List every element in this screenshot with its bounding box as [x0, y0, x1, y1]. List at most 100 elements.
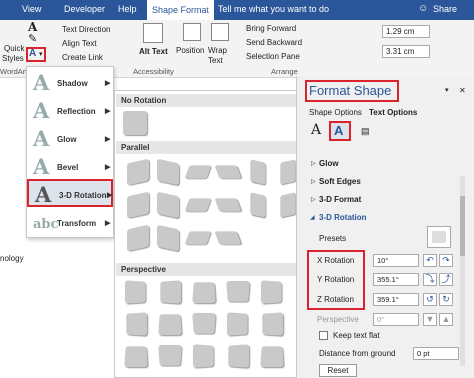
tab-shape-format[interactable]: Shape Format: [147, 0, 215, 20]
section-glow[interactable]: Glow: [319, 159, 339, 168]
wrap-text-button[interactable]: Wrap Text: [208, 46, 232, 66]
selection-pane-button[interactable]: Selection Pane: [246, 52, 300, 62]
preset-parallel[interactable]: [214, 165, 242, 179]
preset-parallel[interactable]: [214, 198, 242, 212]
textbox-icon[interactable]: ▤: [361, 126, 370, 137]
preset-parallel[interactable]: [184, 165, 212, 179]
rotate-counterclockwise-icon[interactable]: ↺: [423, 293, 437, 306]
preset-perspective[interactable]: [262, 312, 284, 336]
expand-glow-icon[interactable]: ▷: [311, 160, 316, 167]
menu-item-bevel[interactable]: A Bevel ▶: [27, 153, 113, 181]
alt-text-button[interactable]: Alt Text: [139, 47, 168, 57]
distance-from-ground-input[interactable]: 0 pt: [413, 347, 459, 360]
preset-parallel[interactable]: [127, 224, 149, 252]
pane-close-icon[interactable]: ✕: [459, 86, 466, 95]
preset-parallel[interactable]: [280, 159, 296, 185]
preset-parallel[interactable]: [184, 198, 212, 212]
shape-height-input[interactable]: 1.29 cm: [382, 25, 430, 38]
text-fill-icon[interactable]: A: [28, 21, 37, 33]
chevron-right-icon: ▶: [105, 220, 111, 227]
pane-options-chevron-icon[interactable]: ▾: [445, 86, 449, 94]
preset-perspective[interactable]: [192, 344, 214, 368]
rotate-right-icon[interactable]: ↷: [439, 254, 453, 267]
preset-perspective[interactable]: [260, 280, 282, 304]
perspective-input[interactable]: 0°: [373, 313, 419, 326]
x-rotation-input[interactable]: 10°: [373, 254, 419, 267]
tab-shape-options[interactable]: Shape Options: [309, 108, 362, 117]
text-outline-icon[interactable]: ✎: [28, 34, 37, 45]
text-effects-icon[interactable]: A: [334, 123, 343, 138]
rotate-clockwise-icon[interactable]: ↻: [439, 293, 453, 306]
wrap-text-icon[interactable]: [211, 23, 229, 41]
z-rotation-input[interactable]: 359.1°: [373, 293, 419, 306]
preset-parallel[interactable]: [157, 191, 179, 219]
pane-scrollbar[interactable]: [460, 176, 465, 366]
preset-perspective[interactable]: [192, 312, 216, 334]
text-effects-icon[interactable]: A: [29, 49, 36, 59]
chevron-down-icon[interactable]: ▾: [39, 50, 43, 60]
section-3d-format[interactable]: 3-D Format: [319, 195, 361, 204]
section-3d-rotation[interactable]: 3-D Rotation: [319, 213, 367, 222]
quick-styles-label[interactable]: Quick: [4, 44, 24, 54]
preset-perspective[interactable]: [124, 346, 148, 368]
tab-developer[interactable]: Developer: [64, 3, 105, 15]
styles-label[interactable]: Styles: [2, 54, 24, 64]
expand-3d-format-icon[interactable]: ▷: [311, 196, 316, 203]
chevron-right-icon: ▶: [105, 80, 111, 87]
preset-parallel[interactable]: [127, 191, 149, 219]
send-backward-button[interactable]: Send Backward: [246, 38, 302, 48]
preset-parallel[interactable]: [250, 192, 266, 218]
create-link-button[interactable]: Create Link: [62, 53, 103, 63]
preset-parallel[interactable]: [214, 231, 242, 245]
pane-scrollbar-thumb[interactable]: [460, 196, 465, 256]
shape-width-input[interactable]: 3.31 cm: [382, 45, 430, 58]
rotate-down-icon[interactable]: ⤵: [423, 273, 437, 286]
perspective-down-icon[interactable]: ▼: [423, 313, 437, 326]
preset-perspective[interactable]: [192, 282, 216, 304]
preset-perspective[interactable]: [226, 280, 250, 302]
tab-view[interactable]: View: [22, 3, 41, 15]
perspective-up-icon[interactable]: ▲: [439, 313, 453, 326]
preset-perspective[interactable]: [158, 344, 182, 366]
tab-text-options[interactable]: Text Options: [369, 108, 417, 117]
alt-text-icon[interactable]: [143, 23, 163, 43]
presets-dropdown[interactable]: [427, 226, 451, 248]
menu-item-reflection[interactable]: A Reflection ▶: [27, 97, 113, 125]
y-rotation-input[interactable]: 355.1°: [373, 273, 419, 286]
chevron-right-icon: ▶: [105, 108, 111, 115]
preset-parallel[interactable]: [127, 158, 149, 186]
position-icon[interactable]: [183, 23, 201, 41]
bring-forward-button[interactable]: Bring Forward: [246, 24, 296, 34]
rotate-up-icon[interactable]: ⤴: [439, 273, 453, 286]
text-direction-button[interactable]: Text Direction: [62, 25, 110, 35]
preset-parallel[interactable]: [184, 231, 212, 245]
preset-parallel[interactable]: [250, 159, 266, 185]
collapse-3d-rotation-icon[interactable]: ◢: [310, 214, 315, 221]
menu-item-3d-rotation[interactable]: A 3-D Rotation ▶: [27, 179, 113, 207]
preset-perspective[interactable]: [124, 280, 146, 304]
preset-perspective[interactable]: [260, 346, 284, 368]
align-text-button[interactable]: Align Text: [62, 39, 97, 49]
preset-perspective[interactable]: [226, 312, 248, 336]
reset-button[interactable]: Reset: [319, 364, 357, 377]
expand-soft-edges-icon[interactable]: ▷: [311, 178, 316, 185]
preset-perspective[interactable]: [126, 312, 148, 336]
menu-item-transform[interactable]: abc Transform ▶: [27, 209, 113, 237]
preset-parallel[interactable]: [157, 224, 179, 252]
preset-perspective[interactable]: [228, 344, 250, 368]
preset-parallel[interactable]: [280, 192, 296, 218]
menu-item-shadow[interactable]: A Shadow ▶: [27, 69, 113, 97]
tell-me-search[interactable]: Tell me what you want to do: [218, 3, 329, 15]
rotate-left-icon[interactable]: ↶: [423, 254, 437, 267]
section-soft-edges[interactable]: Soft Edges: [319, 177, 361, 186]
preset-parallel[interactable]: [157, 158, 179, 186]
preset-perspective[interactable]: [158, 314, 182, 336]
tab-help[interactable]: Help: [118, 3, 137, 15]
text-fill-outline-icon[interactable]: A: [311, 122, 321, 138]
menu-item-glow[interactable]: A Glow ▶: [27, 125, 113, 153]
position-button[interactable]: Position: [176, 46, 204, 56]
preset-no-rotation[interactable]: [123, 111, 147, 135]
share-button[interactable]: Share: [433, 3, 457, 15]
preset-perspective[interactable]: [160, 280, 182, 304]
keep-text-flat-checkbox[interactable]: [319, 331, 328, 340]
